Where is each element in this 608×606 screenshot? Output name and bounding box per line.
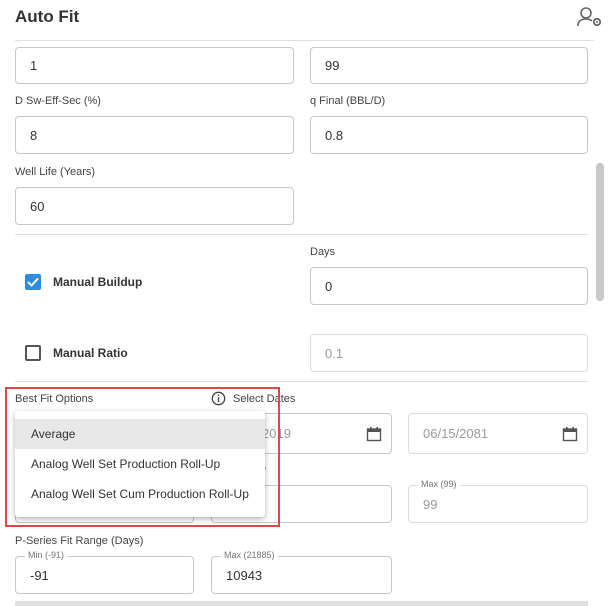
end-date-field[interactable]: 06/15/2081 [408, 413, 588, 454]
manual-ratio-label: Manual Ratio [53, 346, 128, 360]
bottom-bar [15, 601, 588, 606]
highlight-box [5, 387, 280, 527]
manual-buildup-label: Manual Buildup [53, 275, 143, 289]
calendar-icon[interactable] [562, 426, 578, 442]
checkmark-icon [27, 277, 39, 287]
p-series-min-label: Min (-91) [25, 550, 68, 560]
manual-ratio-field[interactable]: 0.1 [310, 334, 588, 372]
user-settings-icon[interactable] [577, 6, 603, 28]
top-right-field[interactable]: 99 [310, 47, 588, 84]
section-divider [15, 234, 588, 235]
days-label: Days [310, 246, 336, 258]
q-final-field[interactable]: 0.8 [310, 116, 588, 154]
manual-buildup-checkbox[interactable] [25, 274, 41, 290]
page-title: Auto Fit [15, 7, 80, 26]
p-series-min-field[interactable]: -91 [15, 556, 194, 594]
q-final-label: q Final (BBL/D) [310, 95, 386, 107]
days-field[interactable]: 0 [310, 267, 588, 305]
range-max-field[interactable]: 99 [408, 485, 588, 523]
well-life-label: Well Life (Years) [15, 166, 96, 178]
p-series-max-field[interactable]: 10943 [211, 556, 392, 594]
d-sw-eff-sec-field[interactable]: 8 [15, 116, 294, 154]
manual-ratio-checkbox[interactable] [25, 345, 41, 361]
p-series-max-label: Max (21885) [221, 550, 278, 560]
scrollbar-thumb[interactable] [596, 163, 604, 301]
p-series-label: P-Series Fit Range (Days) [15, 535, 144, 547]
calendar-icon[interactable] [366, 426, 382, 442]
header-divider [15, 40, 594, 41]
top-left-field[interactable]: 1 [15, 47, 294, 84]
d-sw-eff-sec-label: D Sw-Eff-Sec (%) [15, 95, 101, 107]
section-divider-2 [15, 381, 588, 382]
well-life-field[interactable]: 60 [15, 187, 294, 225]
range-max-label: Max (99) [418, 479, 460, 489]
